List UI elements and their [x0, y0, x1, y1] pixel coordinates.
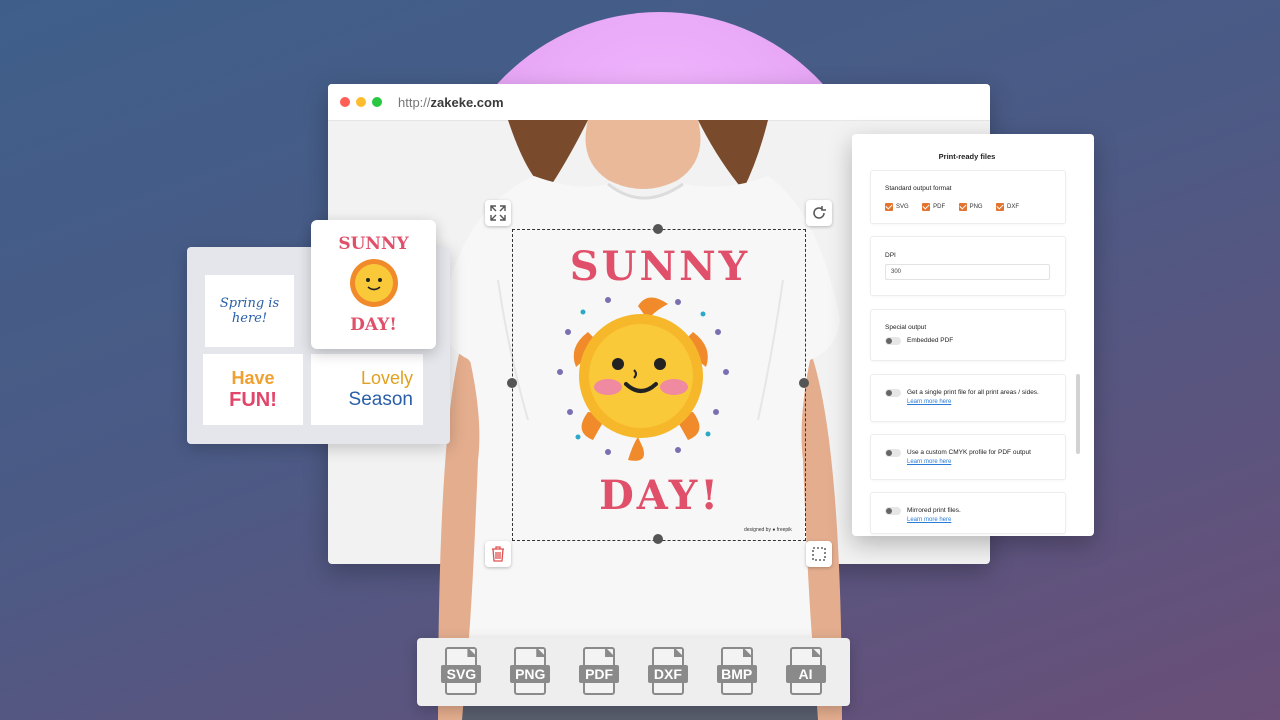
- mirrored-toggle[interactable]: [885, 507, 901, 515]
- maximize-dot[interactable]: [372, 97, 382, 107]
- format-checkboxes: SVG PDF PNG DXF: [885, 198, 1028, 216]
- panel-scrollbar[interactable]: [1076, 374, 1080, 454]
- learn-more-link-1[interactable]: Learn more here: [907, 399, 951, 405]
- cmyk-toggle[interactable]: [885, 449, 901, 457]
- sticker-season-text: Season: [348, 389, 413, 410]
- dxf-file-label: DXF: [647, 665, 688, 683]
- mirrored-card: Mirrored print files. Learn more here: [870, 492, 1066, 534]
- resize-handle-left[interactable]: [507, 378, 517, 388]
- pdf-file-label: PDF: [579, 665, 620, 683]
- sticker-card-top-text: SUNNY: [338, 234, 409, 254]
- cmyk-card: Use a custom CMYK profile for PDF output…: [870, 434, 1066, 480]
- sticker-card-bottom-text: DAY!: [350, 315, 397, 335]
- sticker-lovely-season[interactable]: Lovely Season: [311, 354, 423, 425]
- resize-handle-top[interactable]: [653, 224, 663, 234]
- print-files-panel: Print-ready files Standard output format…: [852, 134, 1094, 536]
- png-file-icon: PNG: [510, 647, 551, 697]
- sticker-have-text: Have: [231, 367, 275, 388]
- special-output-label: Special output: [885, 324, 927, 331]
- resize-handle-bottom[interactable]: [653, 534, 663, 544]
- checkbox-pdf[interactable]: [922, 202, 931, 211]
- dpi-input[interactable]: 300: [885, 264, 1050, 280]
- format-png-label: PNG: [969, 203, 983, 210]
- ai-file-label: AI: [785, 665, 826, 683]
- sticker-lovely-text: Lovely: [360, 368, 413, 388]
- embedded-pdf-toggle[interactable]: [885, 337, 901, 345]
- embedded-pdf-label: Embedded PDF: [907, 337, 954, 344]
- format-svg-label: SVG: [896, 203, 909, 210]
- sticker-have-fun[interactable]: Have FUN!: [203, 354, 303, 425]
- sticker-spring-text: Spring is here!: [219, 296, 280, 326]
- format-dxf-label: DXF: [1007, 203, 1020, 210]
- single-file-label: Get a single print file for all print ar…: [907, 389, 1039, 396]
- output-format-label: Standard output format: [885, 185, 952, 192]
- bmp-file-label: BMP: [716, 665, 757, 683]
- mirrored-label: Mirrored print files.: [907, 507, 961, 514]
- url-bar[interactable]: http://zakeke.com: [398, 95, 504, 110]
- expand-button[interactable]: [485, 200, 511, 226]
- dpi-card: DPI 300: [870, 236, 1066, 296]
- sticker-spring[interactable]: Spring is here!: [205, 275, 294, 347]
- trash-icon: [492, 546, 504, 562]
- format-pdf-label: PDF: [933, 203, 946, 210]
- expand-icon: [490, 205, 506, 221]
- sticker-sun-icon: [350, 259, 398, 307]
- single-file-toggle[interactable]: [885, 389, 901, 397]
- panel-title: Print-ready files: [938, 152, 996, 161]
- single-file-card: Get a single print file for all print ar…: [870, 374, 1066, 422]
- checkbox-png[interactable]: [958, 202, 967, 211]
- special-output-card: Special output Embedded PDF: [870, 309, 1066, 361]
- checkbox-dxf[interactable]: [996, 202, 1005, 211]
- pdf-file-icon: PDF: [579, 647, 620, 697]
- resize-handle-right[interactable]: [799, 378, 809, 388]
- delete-button[interactable]: [485, 541, 511, 567]
- png-file-label: PNG: [510, 665, 551, 683]
- minimize-dot[interactable]: [356, 97, 366, 107]
- design-selection-box[interactable]: [512, 229, 806, 541]
- url-domain: zakeke.com: [430, 94, 504, 110]
- ai-file-icon: AI: [785, 647, 826, 697]
- output-format-card: Standard output format SVG PDF PNG DXF: [870, 170, 1066, 224]
- dpi-label: DPI: [885, 252, 896, 259]
- rotate-button[interactable]: [806, 200, 832, 226]
- learn-more-link-2[interactable]: Learn more here: [907, 459, 951, 465]
- url-protocol: http://: [398, 94, 431, 110]
- bmp-file-icon: BMP: [716, 647, 757, 697]
- crop-button[interactable]: [806, 541, 832, 567]
- close-dot[interactable]: [340, 97, 350, 107]
- svg-file-icon: SVG: [441, 647, 482, 697]
- file-type-bar: SVG PNG PDF DXF BMP AI: [417, 638, 850, 706]
- svg-file-label: SVG: [441, 665, 482, 683]
- checkbox-svg[interactable]: [885, 202, 893, 211]
- cmyk-label: Use a custom CMYK profile for PDF output: [907, 449, 1031, 456]
- dxf-file-icon: DXF: [647, 647, 688, 697]
- sticker-fun-text: FUN!: [229, 388, 277, 411]
- crop-icon: [812, 547, 826, 561]
- sticker-sunny-day-card[interactable]: SUNNY DAY!: [311, 220, 436, 349]
- browser-titlebar: http://zakeke.com: [328, 84, 990, 121]
- rotate-icon: [813, 206, 826, 219]
- learn-more-link-3[interactable]: Learn more here: [907, 517, 951, 523]
- dpi-value: 300: [891, 269, 902, 275]
